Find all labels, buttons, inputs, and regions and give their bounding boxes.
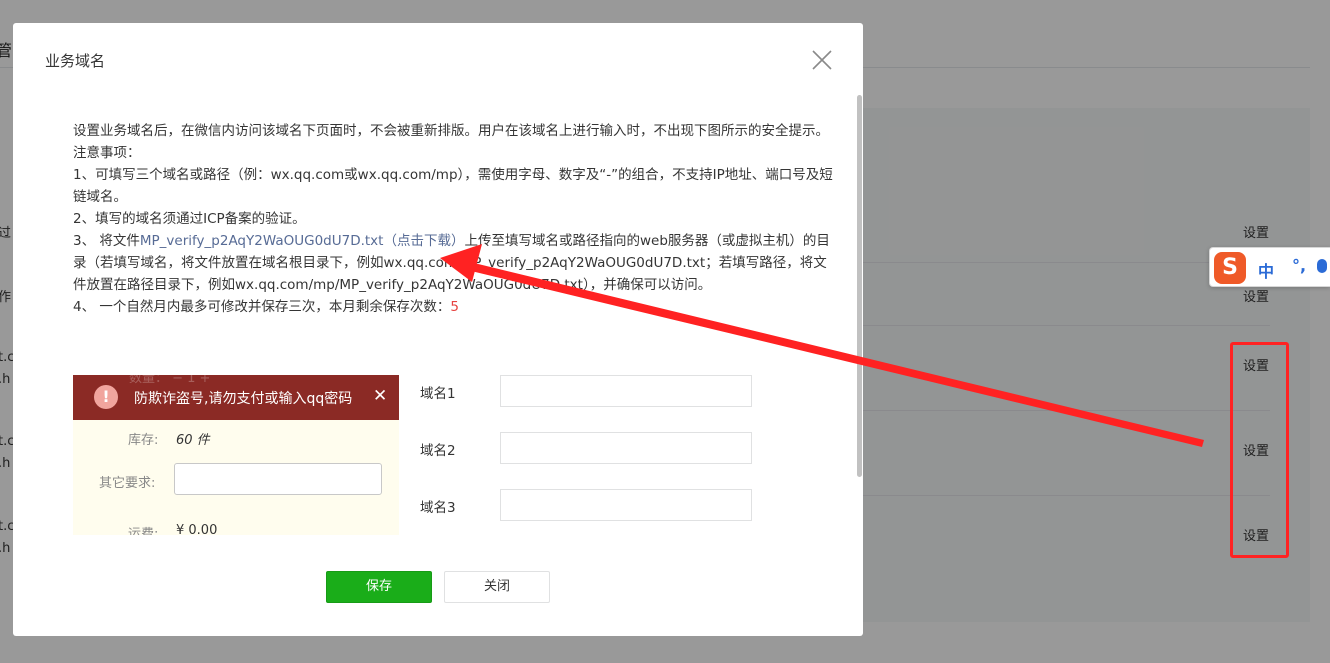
ime-toolbar[interactable]: S 中 °,	[1209, 247, 1330, 287]
close-icon[interactable]	[811, 49, 833, 71]
scrollbar[interactable]	[857, 95, 862, 477]
notice-item-4: 4、 一个自然月内最多可修改并保存三次，本月剩余保存次数：5	[73, 296, 833, 318]
warning-banner: 数量： − 1 + ! 防欺诈盗号,请勿支付或输入qq密码 ✕	[73, 375, 399, 420]
notice-item-1: 1、可填写三个域名或路径（例：wx.qq.com或wx.qq.com/mp），需…	[73, 167, 833, 205]
dialog-title: 业务域名	[45, 52, 106, 70]
domain-3-input[interactable]	[500, 489, 752, 521]
shipping-value: ¥ 0.00	[176, 523, 218, 535]
close-button[interactable]: 关闭	[444, 571, 550, 603]
stock-label: 库存:	[128, 433, 159, 448]
security-warning-example: 数量： − 1 + ! 防欺诈盗号,请勿支付或输入qq密码 ✕ 库存: 60 件…	[73, 375, 399, 535]
domain-1-input[interactable]	[500, 375, 752, 407]
desc-intro: 设置业务域名后，在微信内访问该域名下页面时，不会被重新排版。用户在该域名上进行输…	[73, 123, 829, 139]
business-domain-dialog: 业务域名 设置业务域名后，在微信内访问该域名下页面时，不会被重新排版。用户在该域…	[13, 23, 863, 636]
domain-2-label: 域名2	[420, 443, 456, 459]
notice-item-4-text: 4、 一个自然月内最多可修改并保存三次，本月剩余保存次数：	[73, 299, 451, 315]
notice-heading: 注意事项：	[73, 145, 141, 161]
stock-value: 60 件	[176, 433, 210, 448]
verify-file-link[interactable]: MP_verify_p2AqY2WaOUG0dU7D.txt	[140, 233, 384, 249]
microphone-icon[interactable]	[1317, 259, 1327, 273]
other-label: 其它要求:	[99, 476, 156, 491]
other-input	[174, 463, 382, 495]
save-button[interactable]: 保存	[326, 571, 432, 603]
shipping-label: 运费:	[128, 527, 159, 535]
domain-3-label: 域名3	[420, 500, 456, 516]
ime-punctuation[interactable]: °,	[1292, 256, 1306, 275]
notice-item-2: 2、填写的域名须通过ICP备案的验证。	[73, 211, 306, 227]
warning-icon: !	[94, 385, 118, 409]
annotation-highlight-box	[1230, 342, 1289, 558]
domain-1-label: 域名1	[420, 386, 456, 402]
ime-mode[interactable]: 中	[1258, 258, 1274, 282]
notice-item-3: 3、 将文件MP_verify_p2AqY2WaOUG0dU7D.txt（点击下…	[73, 230, 833, 296]
notice-item-3-prefix: 3、 将文件	[73, 233, 140, 249]
description: 设置业务域名后，在微信内访问该域名下页面时，不会被重新排版。用户在该域名上进行输…	[73, 120, 833, 318]
close-icon: ✕	[373, 386, 388, 406]
domain-2-input[interactable]	[500, 432, 752, 464]
download-link[interactable]: （点击下载）	[383, 233, 464, 249]
sogou-logo-icon: S	[1214, 252, 1246, 284]
remaining-count: 5	[450, 299, 459, 315]
warning-text: 防欺诈盗号,请勿支付或输入qq密码	[134, 391, 353, 407]
hidden-quantity-row: 数量： − 1 +	[129, 375, 211, 386]
